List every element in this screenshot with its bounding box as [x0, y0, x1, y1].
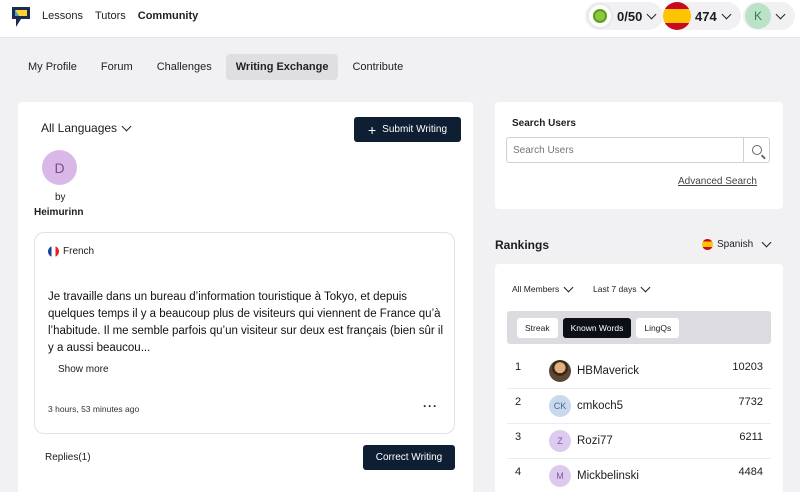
rank-score: 6211	[739, 431, 763, 443]
rank-number: 4	[515, 466, 522, 478]
ranking-type-segment: Streak Known Words LingQs	[507, 311, 771, 344]
rank-username: Rozi77	[577, 435, 613, 447]
segment-streak[interactable]: Streak	[517, 317, 558, 338]
table-row[interactable]: 2 CK cmkoch5 7732	[507, 389, 771, 424]
show-more-link[interactable]: Show more	[58, 364, 109, 375]
rankings-language-dropdown[interactable]: Spanish	[702, 237, 772, 250]
tab-writing-exchange[interactable]: Writing Exchange	[225, 54, 339, 80]
search-button[interactable]	[743, 138, 769, 162]
streak-dropdown[interactable]: 0/50	[585, 2, 663, 30]
author-name[interactable]: Heimurinn	[34, 207, 83, 218]
rank-number: 1	[515, 361, 522, 373]
rank-score: 10203	[732, 361, 763, 373]
user-menu[interactable]: K	[743, 2, 795, 30]
rank-number: 3	[515, 431, 522, 443]
members-filter-dropdown[interactable]: All Members	[512, 282, 574, 294]
chevron-down-icon	[721, 9, 732, 19]
search-input[interactable]	[507, 138, 743, 162]
rank-username: Mickbelinski	[577, 470, 639, 482]
chevron-down-icon	[121, 121, 132, 131]
table-row[interactable]: 3 Z Rozi77 6211	[507, 424, 771, 459]
submit-writing-label: Submit Writing	[382, 124, 448, 135]
writing-post: French Je travaille dans un bureau d’inf…	[34, 232, 455, 434]
spain-flag-icon	[663, 2, 691, 30]
language-dropdown[interactable]: 474	[663, 2, 741, 30]
rank-username: HBMaverick	[577, 365, 639, 377]
rank-score: 7732	[738, 396, 763, 408]
submit-writing-button[interactable]: + Submit Writing	[354, 117, 461, 142]
by-label: by	[55, 192, 66, 203]
rankings-title: Rankings	[495, 238, 550, 252]
france-flag-icon	[48, 246, 59, 257]
replies-toggle[interactable]: Replies(1)	[45, 452, 91, 463]
language-filter-label: All Languages	[41, 121, 118, 135]
search-users-box	[506, 137, 770, 163]
community-tabs: My Profile Forum Challenges Writing Exch…	[18, 54, 413, 80]
tab-contribute[interactable]: Contribute	[342, 54, 413, 80]
main-nav: Lessons Tutors Community	[42, 10, 198, 22]
table-row[interactable]: 4 M Mickbelinski 4484	[507, 459, 771, 492]
chevron-down-icon	[641, 282, 651, 292]
search-icon	[751, 145, 762, 155]
chevron-down-icon	[761, 237, 772, 248]
chevron-down-icon	[775, 9, 786, 19]
avatar: Z	[549, 430, 571, 452]
members-filter-label: All Members	[512, 284, 560, 294]
tab-challenges[interactable]: Challenges	[147, 54, 222, 80]
search-users-title: Search Users	[512, 118, 576, 129]
nav-lessons[interactable]: Lessons	[42, 10, 83, 22]
top-navbar: Lessons Tutors Community 0/50 474 K	[0, 0, 800, 38]
segment-lingqs[interactable]: LingQs	[636, 317, 680, 338]
tab-my-profile[interactable]: My Profile	[18, 54, 87, 80]
segment-known-words[interactable]: Known Words	[562, 317, 632, 338]
period-filter-dropdown[interactable]: Last 7 days	[593, 282, 651, 294]
rank-username: cmkoch5	[577, 400, 624, 412]
correct-writing-button[interactable]: Correct Writing	[363, 445, 455, 470]
search-users-card: Search Users Advanced Search	[495, 102, 783, 209]
nav-community[interactable]: Community	[138, 10, 199, 22]
rank-number: 2	[515, 396, 522, 408]
rank-score: 4484	[738, 466, 763, 478]
avatar: CK	[549, 395, 571, 417]
post-text: Je travaille dans un bureau d’informatio…	[48, 291, 444, 354]
post-timestamp: 3 hours, 53 minutes ago	[48, 404, 140, 414]
post-language-label: French	[63, 246, 95, 257]
streak-coin-icon	[587, 3, 613, 29]
chevron-down-icon	[646, 9, 657, 19]
lingq-logo-icon[interactable]	[10, 5, 32, 29]
nav-tutors[interactable]: Tutors	[95, 10, 126, 22]
period-filter-label: Last 7 days	[593, 284, 637, 294]
language-filter-dropdown[interactable]: All Languages	[41, 121, 132, 135]
rankings-language-label: Spanish	[717, 239, 754, 250]
known-words-count: 474	[695, 8, 717, 24]
writing-exchange-card: All Languages + Submit Writing D by Heim…	[18, 102, 473, 492]
avatar: K	[745, 3, 771, 29]
table-row[interactable]: 1 HBMaverick 10203	[507, 354, 771, 389]
avatar	[549, 360, 571, 382]
more-options-icon[interactable]: ···	[423, 399, 438, 413]
advanced-search-link[interactable]: Advanced Search	[678, 176, 757, 187]
chevron-down-icon	[563, 282, 574, 292]
spain-flag-icon	[702, 239, 713, 250]
post-language: French	[48, 246, 94, 257]
avatar: M	[549, 465, 571, 487]
rankings-card: All Members Last 7 days Streak Known Wor…	[495, 264, 783, 492]
streak-count: 0/50	[617, 8, 643, 24]
tab-forum[interactable]: Forum	[91, 54, 143, 80]
author-avatar[interactable]: D	[42, 150, 77, 185]
plus-icon: +	[367, 121, 377, 138]
